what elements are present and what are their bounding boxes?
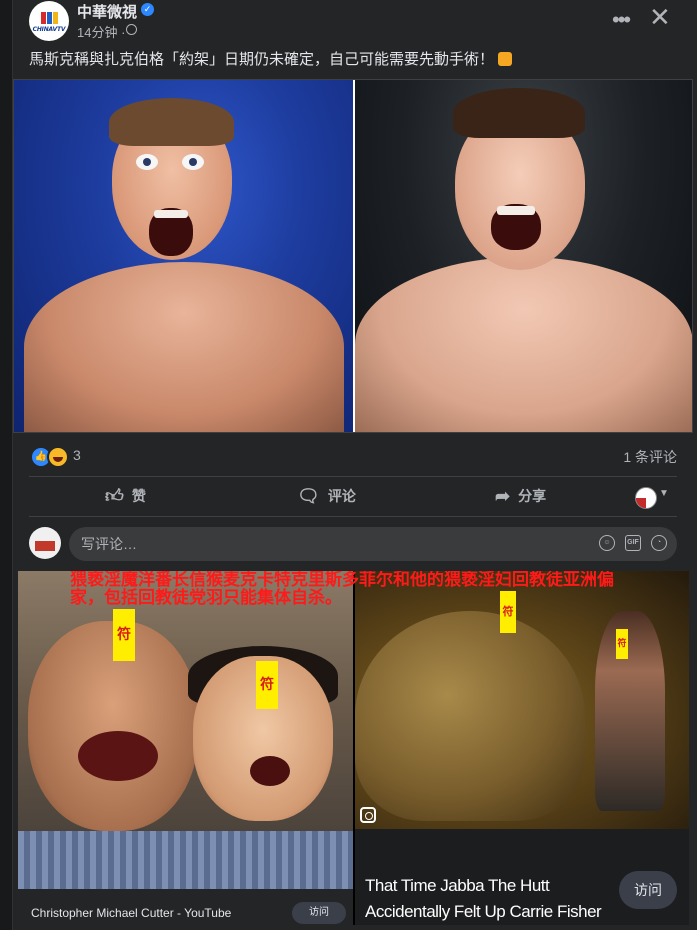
link-title[interactable]: That Time Jabba The Hutt Accidentally Fe…: [365, 873, 625, 925]
reaction-count[interactable]: 3: [73, 447, 81, 463]
talisman-label: 符: [113, 609, 135, 661]
comment-label: 评论: [327, 488, 356, 504]
emoji-icon: [498, 52, 513, 66]
reaction-icons[interactable]: 👍: [30, 446, 69, 468]
camera-icon: [360, 807, 376, 823]
teeth-left: [154, 210, 188, 218]
overlay-red-headline: 猥亵淫魔洋番长信猴麦克卡特克里斯多菲尔和他的猥亵淫妇回教徒亚洲偏家，包括回教徒党…: [70, 571, 614, 608]
close-icon[interactable]: ✕: [649, 4, 671, 30]
gif-icon[interactable]: GIF: [625, 535, 641, 551]
share-button[interactable]: ➦ 分享: [495, 478, 546, 514]
chevron-down-icon[interactable]: ▼: [659, 488, 669, 499]
comment-button[interactable]: 🗨︎ 评论: [297, 478, 356, 514]
pupil-left-2: [189, 158, 197, 166]
comment-bubble-icon: 🗨︎: [297, 485, 320, 506]
post-text-content: 馬斯克稱與扎克伯格「約架」日期仍未確定，自己可能需要先動手術！: [29, 51, 495, 68]
divider: [29, 476, 677, 477]
torso-left: [24, 262, 344, 432]
globe-icon: [126, 24, 137, 35]
like-label: 赞: [131, 488, 146, 504]
mouth-child: [250, 756, 290, 786]
hair-left: [109, 98, 234, 146]
teeth-right: [497, 206, 535, 215]
torso-right: [355, 257, 692, 432]
haha-reaction-icon: [47, 446, 69, 468]
comment-input[interactable]: [69, 535, 583, 553]
logo-text: CHINAVTV: [32, 25, 66, 33]
user-avatar[interactable]: [29, 527, 61, 559]
talisman-label: 符: [616, 629, 628, 659]
post-image[interactable]: [13, 79, 693, 433]
image-panel-right: [355, 80, 692, 432]
comment-composer[interactable]: ☺ GIF ◔: [69, 527, 677, 561]
divider: [29, 516, 677, 517]
post-card: CHINAVTV 中華微視 ✓ 14分钟 · ••• ✕ 馬斯克稱與扎克伯格「約…: [12, 0, 697, 930]
like-button[interactable]: 👍︎ 赞: [105, 478, 146, 514]
share-label: 分享: [518, 488, 547, 504]
jabba-figure: [355, 611, 585, 821]
comment-photo-left: [18, 571, 353, 891]
pupil-left-1: [143, 158, 151, 166]
thumbs-up-icon: 👍︎: [105, 486, 124, 506]
shirt: [18, 831, 353, 891]
share-arrow-icon: ➦: [495, 485, 511, 506]
emoji-picker-icon[interactable]: ☺: [599, 535, 615, 551]
post-timestamp[interactable]: 14分钟 ·: [77, 22, 125, 41]
link-source[interactable]: Christopher Michael Cutter - YouTube: [31, 906, 231, 920]
image-panel-left: [14, 80, 355, 432]
comment-photo-right: [355, 571, 689, 829]
comment-count[interactable]: 1 条评论: [623, 447, 677, 467]
verified-badge-icon: ✓: [141, 3, 154, 16]
mouth-adult: [78, 731, 158, 781]
visit-button-small[interactable]: 访问: [292, 902, 346, 924]
leia-figure: [595, 611, 665, 811]
hair-right: [453, 88, 585, 138]
comment-image[interactable]: 猥亵淫魔洋番长信猴麦克卡特克里斯多菲尔和他的猥亵淫妇回教徒亚洲偏家，包括回教徒党…: [18, 571, 689, 925]
visit-button[interactable]: 访问: [619, 871, 677, 909]
talisman-label: 符: [256, 661, 278, 709]
page-avatar[interactable]: CHINAVTV: [29, 1, 69, 41]
post-text: 馬斯克稱與扎克伯格「約架」日期仍未確定，自己可能需要先動手術！: [29, 48, 513, 69]
talisman-label: 符: [500, 591, 516, 633]
page-name[interactable]: 中華微視: [77, 1, 137, 22]
more-options-icon[interactable]: •••: [612, 7, 631, 33]
composer-tools: ☺ GIF ◔: [599, 535, 667, 551]
sticker-icon[interactable]: ◔: [651, 535, 667, 551]
logo-icon: [40, 11, 58, 24]
react-as-avatar[interactable]: [635, 487, 657, 509]
